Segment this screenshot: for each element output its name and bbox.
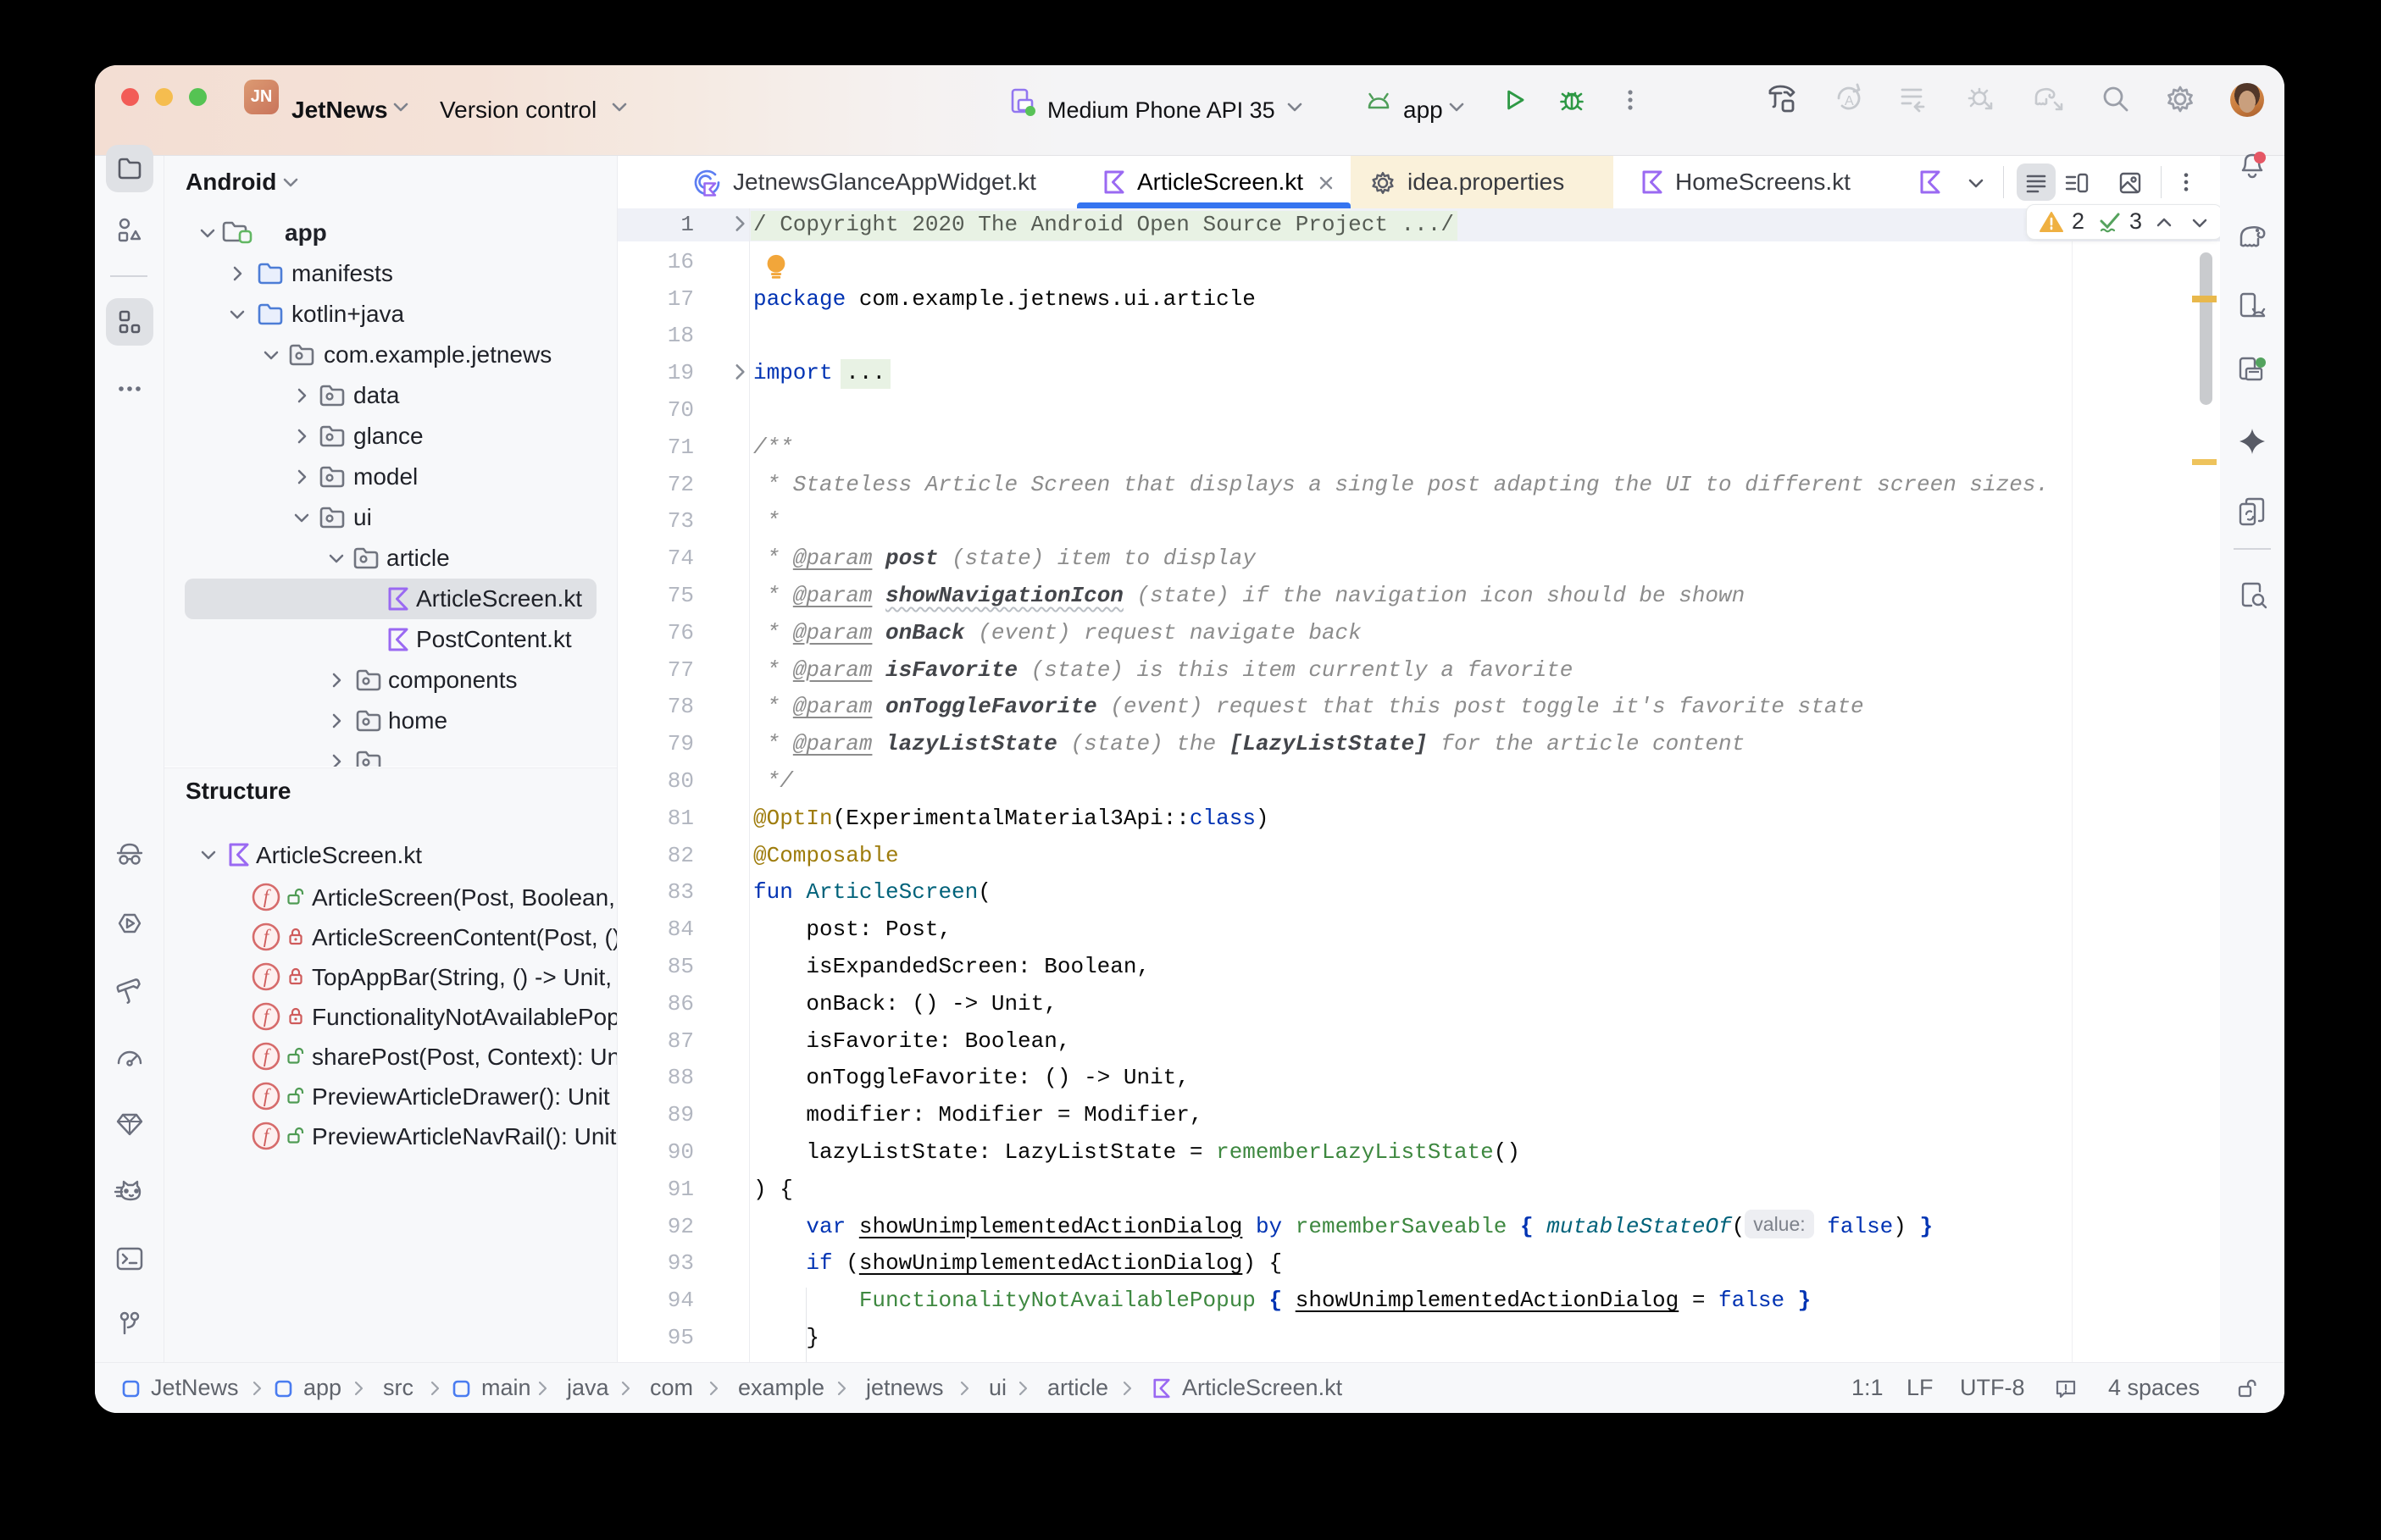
svg-text:A: A: [1845, 94, 1854, 108]
